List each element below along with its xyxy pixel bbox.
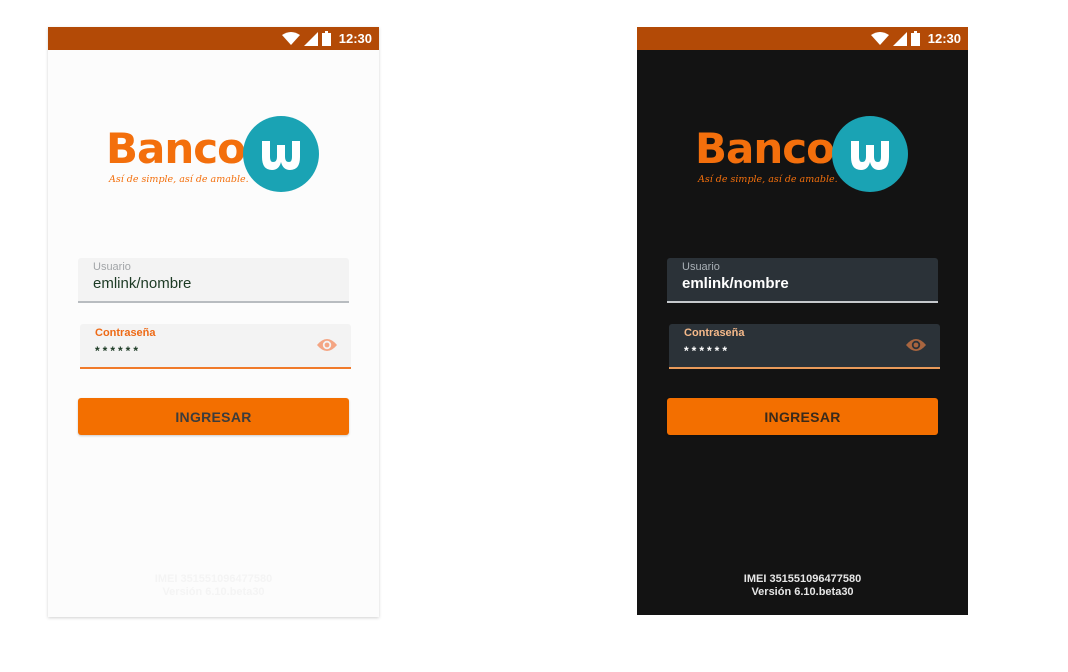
password-field[interactable]: Contraseña ****** — [669, 324, 940, 369]
wifi-icon — [870, 31, 889, 46]
eye-icon[interactable] — [905, 337, 927, 353]
username-input[interactable]: emlink/nombre — [682, 275, 789, 292]
signal-icon — [892, 31, 907, 46]
logo-badge-icon — [243, 116, 319, 192]
status-bar: 12:30 — [48, 27, 379, 50]
bank-logo: Banco Así de simple, así de amable. — [106, 114, 321, 196]
wifi-icon — [281, 31, 300, 46]
username-input[interactable]: emlink/nombre — [93, 275, 191, 292]
eye-icon[interactable] — [316, 337, 338, 353]
password-input[interactable]: ****** — [684, 344, 730, 358]
password-label: Contraseña — [684, 327, 745, 339]
status-time: 12:30 — [927, 31, 961, 46]
password-field[interactable]: Contraseña ****** — [80, 324, 351, 369]
login-screen-dark: 12:30 Banco Así de simple, así de amable… — [637, 27, 968, 615]
bank-logo: Banco Así de simple, así de amable. — [695, 114, 910, 196]
login-button[interactable]: INGRESAR — [78, 398, 349, 435]
login-screen-light: 12:30 Banco Así de simple, así de amable… — [48, 27, 379, 617]
password-input[interactable]: ****** — [95, 344, 141, 358]
logo-badge-icon — [832, 116, 908, 192]
username-label: Usuario — [93, 261, 131, 273]
battery-icon — [321, 31, 331, 46]
status-bar: 12:30 — [637, 27, 968, 50]
device-info: IMEI 351551096477580 Versión 6.10.beta30 — [637, 573, 968, 599]
version-text: Versión 6.10.beta30 — [751, 586, 854, 598]
imei-text: IMEI 351551096477580 — [743, 573, 862, 585]
password-label: Contraseña — [95, 327, 156, 339]
signal-icon — [303, 31, 318, 46]
device-info: IMEI 351551096477580 Versión 6.10.beta30 — [48, 573, 379, 599]
username-label: Usuario — [682, 261, 720, 273]
logo-wordmark: Banco — [106, 124, 246, 173]
username-field[interactable]: Usuario emlink/nombre — [78, 258, 349, 303]
logo-tagline: Así de simple, así de amable. — [109, 174, 249, 185]
logo-wordmark: Banco — [695, 124, 835, 173]
login-button[interactable]: INGRESAR — [667, 398, 938, 435]
logo-tagline: Así de simple, así de amable. — [698, 174, 838, 185]
username-field[interactable]: Usuario emlink/nombre — [667, 258, 938, 303]
imei-text: IMEI 351551096477580 — [154, 573, 273, 585]
battery-icon — [910, 31, 920, 46]
version-text: Versión 6.10.beta30 — [162, 586, 265, 598]
status-time: 12:30 — [338, 31, 372, 46]
